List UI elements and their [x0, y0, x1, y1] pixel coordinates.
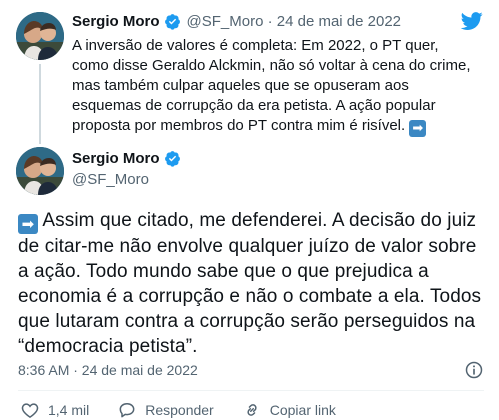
twitter-bird-icon: [460, 12, 483, 30]
action-bar: 1,4 mil Responder Copiar link: [20, 400, 336, 420]
info-icon[interactable]: [464, 360, 484, 380]
reply-icon: [119, 403, 135, 418]
twitter-logo[interactable]: [459, 10, 485, 32]
right-arrow-emoji-icon: ➡: [409, 120, 427, 137]
main-tweet-text: ➡ Assim que citado, me defenderei. A dec…: [18, 208, 488, 359]
heart-icon: [21, 403, 39, 418]
reply-tweet-header: Sergio Moro @SF_Moro · 24 de mai de 2022: [72, 13, 401, 30]
avatar[interactable]: [16, 147, 64, 195]
reply-tweet-text: A inversão de valores é completa: Em 202…: [72, 36, 472, 137]
verified-badge-icon: [164, 151, 180, 167]
reply-label: Responder: [145, 402, 214, 418]
right-arrow-emoji-icon: ➡: [18, 214, 38, 234]
copy-link-button[interactable]: Copiar link: [242, 400, 336, 420]
main-tweet-body: Assim que citado, me defenderei. A decis…: [18, 210, 482, 357]
reply-button[interactable]: Responder: [117, 400, 214, 420]
profile-photo: [16, 12, 64, 60]
author-handle[interactable]: @SF_Moro: [72, 171, 181, 188]
avatar[interactable]: [16, 12, 64, 60]
link-icon: [247, 404, 257, 416]
profile-photo: [16, 147, 64, 195]
author-name[interactable]: Sergio Moro: [72, 13, 160, 30]
copy-link-label: Copiar link: [269, 402, 336, 418]
divider: [18, 390, 484, 391]
timestamp-row: 8:36 AM · 24 de mai de 2022: [18, 360, 484, 380]
like-count: 1,4 mil: [48, 402, 90, 418]
verified-badge-icon: [164, 14, 180, 30]
tweet-timestamp[interactable]: 8:36 AM · 24 de mai de 2022: [18, 362, 198, 378]
like-button[interactable]: 1,4 mil: [20, 400, 89, 420]
thread-connector-line: [39, 64, 41, 144]
author-name[interactable]: Sergio Moro: [72, 150, 160, 167]
handle-and-date[interactable]: @SF_Moro · 24 de mai de 2022: [187, 13, 402, 30]
main-tweet-header: Sergio Moro @SF_Moro: [72, 150, 181, 188]
